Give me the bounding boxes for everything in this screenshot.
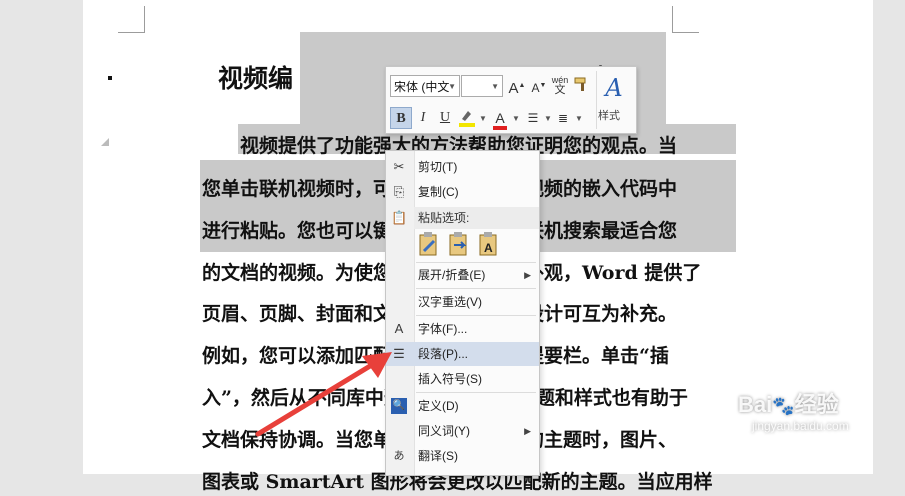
watermark-url: jingyan.baidu.com <box>752 419 849 433</box>
watermark-brand: Bai <box>738 392 773 417</box>
watermark-brand-cn: 经验 <box>794 392 839 417</box>
baidu-watermark: Bai🐾经验 jingyan.baidu.com <box>738 392 849 433</box>
